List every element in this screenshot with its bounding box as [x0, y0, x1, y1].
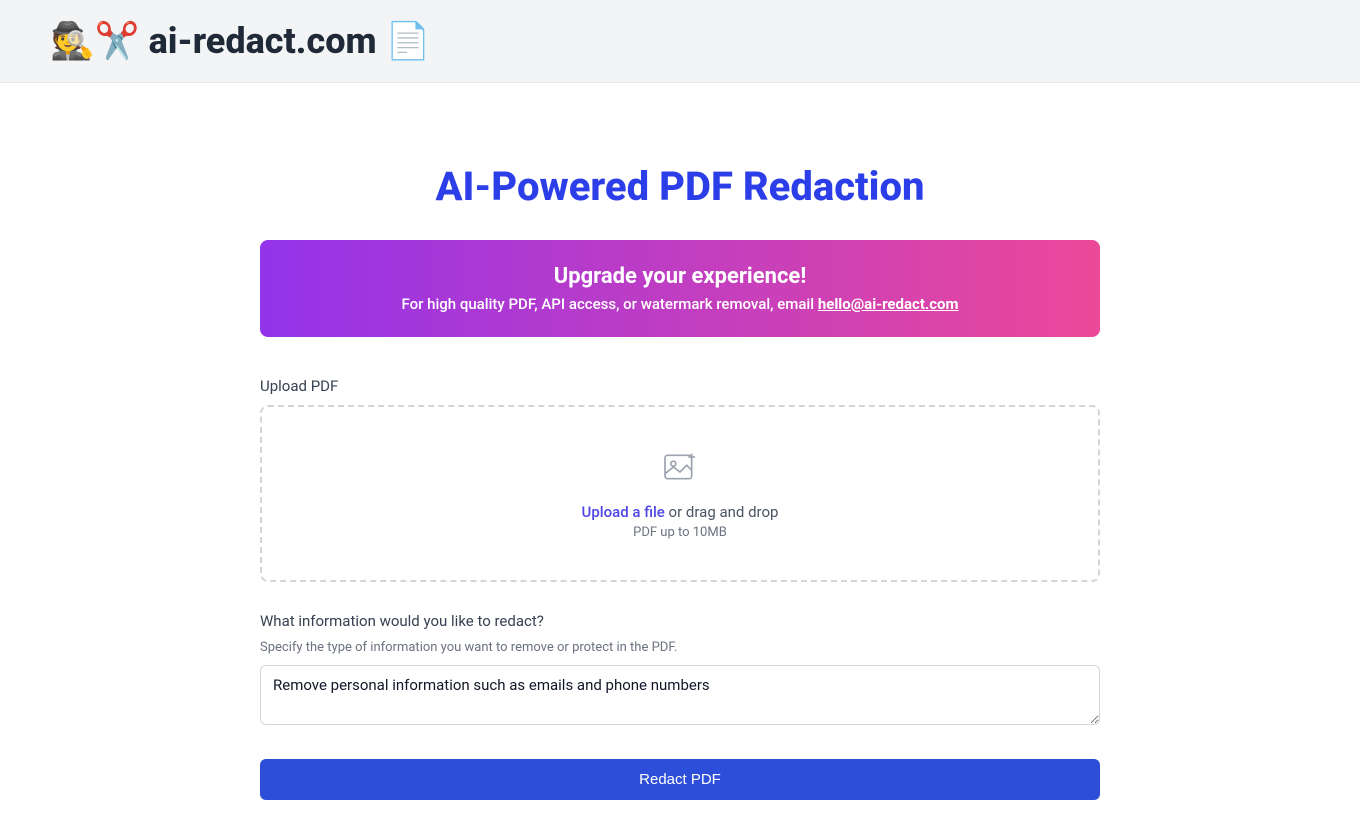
prompt-sub-label: Specify the type of information you want…: [260, 640, 1100, 655]
upload-image-icon: [660, 447, 700, 491]
upload-dropzone[interactable]: Upload a file or drag and drop PDF up to…: [260, 405, 1100, 582]
upload-drag-text: or drag and drop: [665, 503, 779, 521]
banner-text: For high quality PDF, API access, or wat…: [284, 295, 1076, 313]
redact-pdf-button[interactable]: Redact PDF: [260, 759, 1100, 800]
page-title: AI-Powered PDF Redaction: [260, 163, 1100, 210]
upload-hint: PDF up to 10MB: [282, 525, 1078, 540]
upload-file-link[interactable]: Upload a file: [582, 503, 665, 521]
header: 🕵️✂️ ai-redact.com 📄: [0, 0, 1360, 83]
banner-text-prefix: For high quality PDF, API access, or wat…: [401, 295, 817, 313]
upload-label: Upload PDF: [260, 377, 1100, 395]
prompt-section: What information would you like to redac…: [260, 612, 1100, 751]
upgrade-banner: Upgrade your experience! For high qualit…: [260, 240, 1100, 337]
main-container: AI-Powered PDF Redaction Upgrade your ex…: [240, 83, 1120, 840]
banner-title: Upgrade your experience!: [284, 264, 1076, 289]
upload-section: Upload PDF Upload a file or drag and dro…: [260, 377, 1100, 582]
prompt-label: What information would you like to redac…: [260, 612, 1100, 630]
site-title: 🕵️✂️ ai-redact.com 📄: [50, 20, 1310, 62]
banner-email-link[interactable]: hello@ai-redact.com: [818, 295, 959, 313]
upload-text-row: Upload a file or drag and drop: [282, 503, 1078, 521]
redaction-prompt-input[interactable]: [260, 665, 1100, 725]
